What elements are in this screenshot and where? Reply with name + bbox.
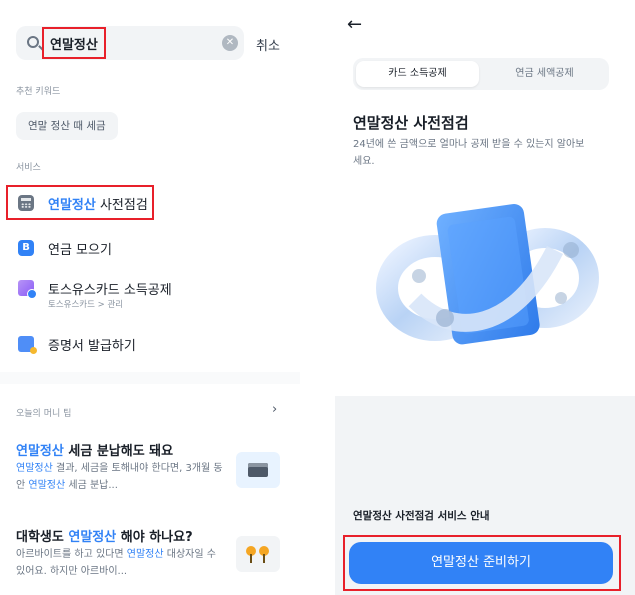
tab-bar: 카드 소득공제 연금 세액공제 (353, 58, 609, 90)
service-label: 증명서 발급하기 (48, 338, 136, 354)
keyword-chip[interactable]: 연말 정산 때 세금 (16, 112, 118, 140)
card-icon (18, 280, 37, 299)
cash-register-icon[interactable] (236, 452, 280, 488)
cancel-button[interactable]: 취소 (256, 35, 280, 54)
card-illustration (376, 204, 599, 345)
services-heading: 서비스 (16, 163, 41, 173)
recommended-heading: 추천 키워드 (16, 87, 61, 97)
service-label: 연금 모으기 (48, 242, 112, 258)
service-item-pension[interactable]: B 연금 모으기 (18, 238, 112, 258)
highlight-box-cta (343, 535, 621, 591)
back-arrow-icon[interactable]: ← (347, 14, 362, 35)
page-title: 연말정산 사전점검 (353, 114, 469, 132)
section-divider (0, 372, 300, 384)
service-item-youth-card[interactable]: 토스유스카드 소득공제 (18, 278, 172, 299)
search-results-screen: 연말정산 ✕ 취소 추천 키워드 연말 정산 때 세금 서비스 연말정산 사전점… (0, 0, 300, 595)
pins-icon[interactable] (236, 536, 280, 572)
highlight-box-service (6, 185, 154, 220)
service-sublabel: 토스유스카드 > 관리 (48, 300, 124, 310)
clear-icon[interactable]: ✕ (222, 35, 238, 51)
article-excerpt[interactable]: 아르바이트를 하고 있다면 연말정산 대상자일 수 있어요. 하지만 아르바이.… (16, 546, 228, 580)
b-badge-icon: B (18, 240, 34, 256)
service-guide-link[interactable]: 연말정산 사전점검 서비스 안내 (353, 508, 490, 523)
page-description: 24년에 쓴 금액으로 얼마나 공제 받을 수 있는지 알아보세요. (353, 139, 585, 167)
tab-pension-credit[interactable]: 연금 세액공제 (483, 61, 606, 87)
search-icon (27, 36, 39, 48)
service-item-certificate[interactable]: 증명서 발급하기 (18, 334, 136, 354)
article-title[interactable]: 대학생도 연말정산 해야 하나요? (16, 526, 193, 545)
tab-card-deduction[interactable]: 카드 소득공제 (356, 61, 479, 87)
document-icon (18, 336, 37, 354)
highlight-box-search (42, 27, 106, 59)
pre-check-screen: ← 카드 소득공제 연금 세액공제 연말정산 사전점검 24년에 쓴 금액으로 … (335, 0, 635, 595)
article-title[interactable]: 연말정산 세금 분납해도 돼요 (16, 440, 173, 459)
chevron-right-icon[interactable]: › (272, 402, 277, 417)
article-excerpt[interactable]: 연말정산 결과, 세금을 토해내야 한다면, 3개월 동안 연말정산 세금 분납… (16, 460, 228, 494)
service-label: 토스유스카드 소득공제 (48, 282, 172, 298)
tips-heading: 오늘의 머니 팁 (16, 409, 72, 419)
